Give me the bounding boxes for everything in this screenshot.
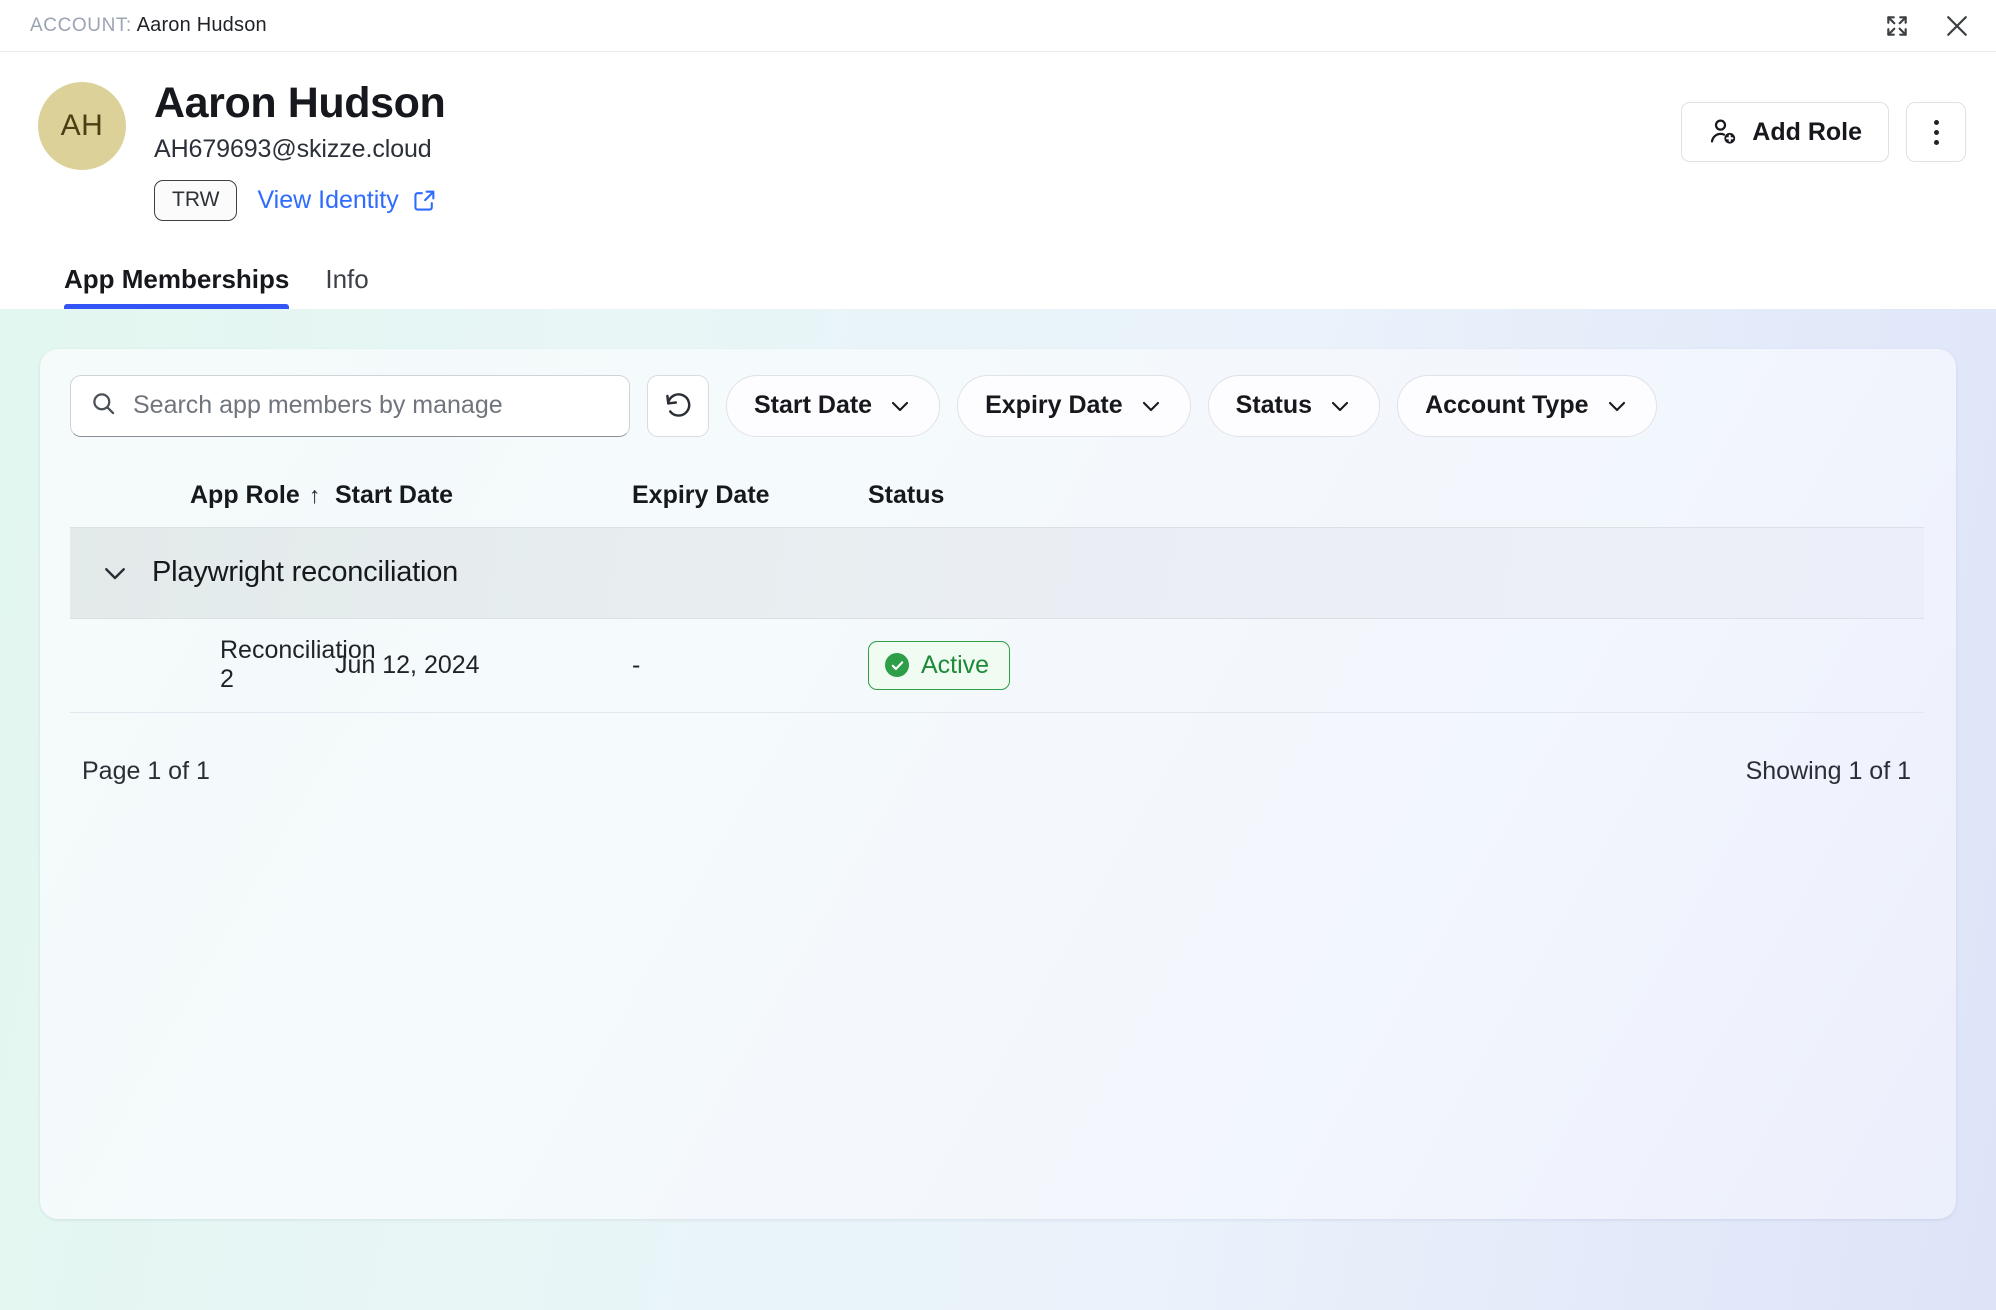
table-footer: Page 1 of 1 Showing 1 of 1 <box>40 713 1956 831</box>
profile-info: Aaron Hudson AH679693@skizze.cloud TRW V… <box>154 78 446 221</box>
tab-bar: App Memberships Info <box>0 247 1996 309</box>
sort-ascending-icon: ↑ <box>308 482 321 509</box>
cell-expiry-date: - <box>632 650 641 679</box>
breadcrumb: ACCOUNT: Aaron Hudson <box>30 14 267 37</box>
chevron-down-icon[interactable] <box>100 558 130 588</box>
column-header-status[interactable]: Status <box>868 481 1926 510</box>
filter-expiry-date-label: Expiry Date <box>985 391 1123 420</box>
avatar-initials: AH <box>60 109 104 142</box>
external-link-icon <box>412 188 437 213</box>
expand-icon[interactable] <box>1880 9 1914 43</box>
content-area: Start Date Expiry Date Status <box>0 308 1996 1310</box>
showing-indicator: Showing 1 of 1 <box>1745 757 1911 786</box>
chevron-down-icon <box>1139 394 1163 418</box>
breadcrumb-value: Aaron Hudson <box>136 14 267 36</box>
page-indicator: Page 1 of 1 <box>82 757 210 786</box>
column-header-expiry-date[interactable]: Expiry Date <box>632 481 868 510</box>
table-row[interactable]: Reconciliation 2 Jun 12, 2024 - Active <box>70 619 1924 713</box>
tab-info-label: Info <box>325 263 369 294</box>
add-role-label: Add Role <box>1752 117 1862 146</box>
reset-filters-button[interactable] <box>647 374 709 437</box>
cell-start-date: Jun 12, 2024 <box>335 650 480 679</box>
cell-app-role: Reconciliation 2 <box>220 636 376 694</box>
tab-info[interactable]: Info <box>325 264 368 309</box>
table-toolbar: Start Date Expiry Date Status <box>40 374 1956 437</box>
filter-expiry-date[interactable]: Expiry Date <box>957 374 1191 437</box>
filter-account-type[interactable]: Account Type <box>1397 374 1657 437</box>
tab-app-memberships-label: App Memberships <box>64 263 290 294</box>
search-input[interactable] <box>70 374 630 437</box>
kebab-menu-icon <box>1933 119 1939 145</box>
status-badge-label: Active <box>921 650 990 679</box>
titlebar-actions <box>1880 9 1974 43</box>
titlebar: ACCOUNT: Aaron Hudson <box>0 0 1996 52</box>
search-field-wrapper <box>70 374 630 437</box>
close-icon[interactable] <box>1940 9 1974 43</box>
view-identity-link[interactable]: View Identity <box>257 186 436 215</box>
filter-start-date[interactable]: Start Date <box>726 374 941 437</box>
account-detail-window: ACCOUNT: Aaron Hudson AH Aaron Hudson AH… <box>0 0 1996 1310</box>
avatar: AH <box>38 82 126 170</box>
profile-email: AH679693@skizze.cloud <box>154 135 432 164</box>
profile-actions: Add Role <box>1681 78 1966 162</box>
user-plus-icon <box>1708 117 1738 147</box>
filter-start-date-label: Start Date <box>754 391 873 420</box>
table-group-title: Playwright reconciliation <box>152 556 459 589</box>
view-identity-label: View Identity <box>257 186 399 214</box>
page-title: Aaron Hudson <box>154 79 446 127</box>
filter-account-type-label: Account Type <box>1425 391 1589 420</box>
memberships-card: Start Date Expiry Date Status <box>40 348 1956 1219</box>
status-badge: Active <box>868 640 1011 690</box>
table-group-row[interactable]: Playwright reconciliation <box>70 526 1924 619</box>
profile-meta: TRW View Identity <box>154 180 445 221</box>
more-actions-button[interactable] <box>1906 102 1966 162</box>
chevron-down-icon <box>1605 394 1629 418</box>
cell-status: Active <box>868 640 1894 690</box>
column-header-app-role[interactable]: App Role ↑ <box>70 481 335 510</box>
breadcrumb-label: ACCOUNT: <box>30 15 132 36</box>
column-header-app-role-label: App Role <box>190 481 300 510</box>
add-role-button[interactable]: Add Role <box>1681 102 1889 162</box>
filter-status-label: Status <box>1235 391 1313 420</box>
check-circle-icon <box>885 653 909 678</box>
column-header-start-date[interactable]: Start Date <box>335 481 632 510</box>
profile-header: AH Aaron Hudson AH679693@skizze.cloud TR… <box>0 52 1996 221</box>
chevron-down-icon <box>888 394 912 418</box>
filter-status[interactable]: Status <box>1207 374 1381 437</box>
tag-badge: TRW <box>154 180 238 221</box>
table-header-row: App Role ↑ Start Date Expiry Date Status <box>40 465 1956 527</box>
memberships-table: App Role ↑ Start Date Expiry Date Status… <box>40 465 1956 831</box>
tab-app-memberships[interactable]: App Memberships <box>64 263 290 309</box>
chevron-down-icon <box>1328 394 1352 418</box>
